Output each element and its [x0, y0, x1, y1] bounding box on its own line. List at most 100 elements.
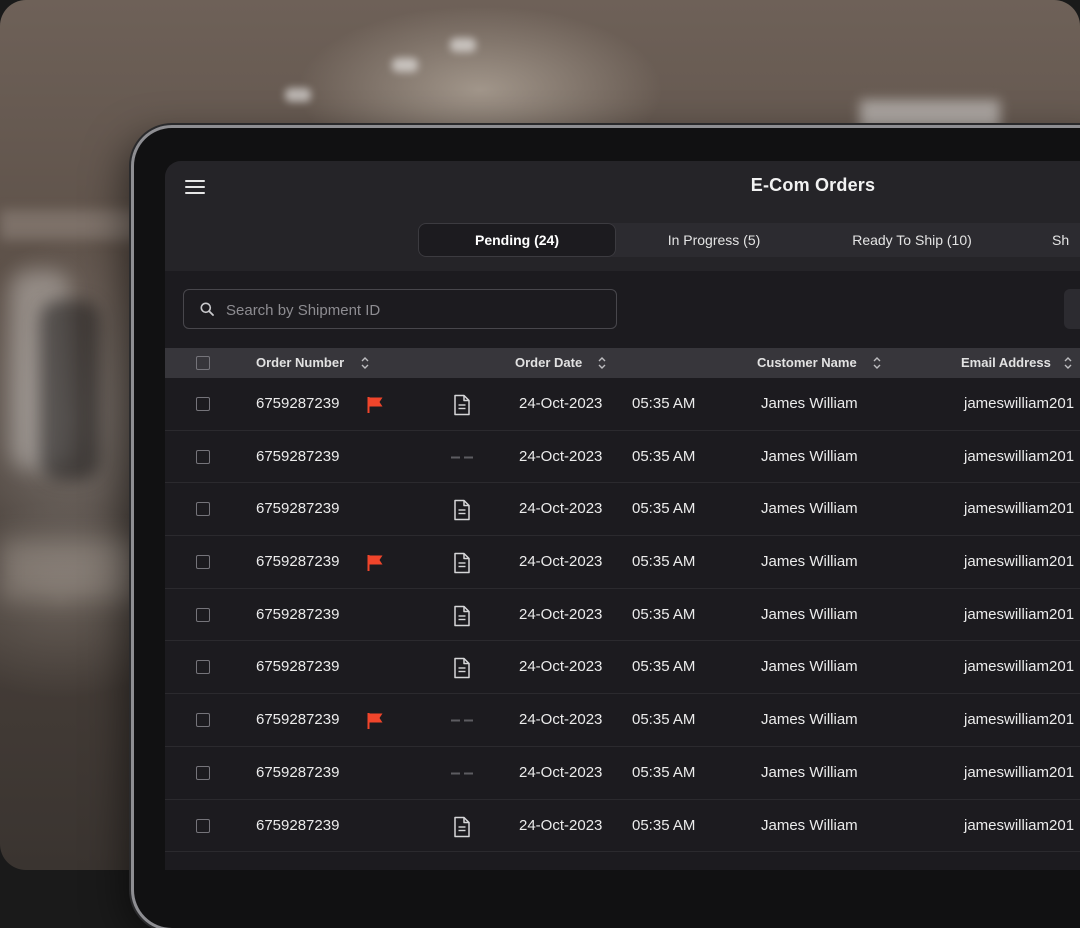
order-date: 24-Oct-2023 [519, 553, 603, 571]
document-icon[interactable] [452, 816, 472, 838]
tab-in-progress[interactable]: In Progress (5) [616, 223, 812, 257]
sort-icon[interactable] [360, 355, 370, 371]
table-row[interactable]: 6759287239 24-Oct-2023 05:35 AM James Wi… [165, 589, 1080, 642]
table-row[interactable]: 6759287239 24-Oct-2023 05:35 AM James Wi… [165, 747, 1080, 800]
order-date: 24-Oct-2023 [519, 763, 603, 781]
orders-table-body: 6759287239 24-Oct-2023 05:35 AM James Wi… [165, 378, 1080, 853]
order-date: 24-Oct-2023 [519, 711, 603, 729]
email-address: jameswilliam201 [964, 816, 1075, 834]
tab-shipped[interactable]: Sh [1052, 223, 1080, 257]
order-time: 05:35 AM [632, 816, 696, 834]
customer-name: James William [761, 395, 858, 412]
email-address: jameswilliam201 [964, 658, 1075, 676]
column-header-customer-name: Customer Name [757, 355, 857, 370]
column-header-order-date: Order Date [515, 355, 583, 370]
order-number: 6759287239 [256, 763, 340, 781]
document-icon[interactable] [452, 605, 472, 627]
order-time: 05:35 AM [632, 605, 696, 623]
table-row[interactable]: 6759287239 24-Oct-2023 05:35 AM James Wi… [165, 800, 1080, 853]
app-screen: E-Com Orders Pending (24) In Progress (5… [165, 161, 1080, 870]
table-row[interactable]: 6759287239 24-Oct-2023 05:35 AM James Wi… [165, 431, 1080, 484]
background-light [392, 58, 418, 72]
order-number: 6759287239 [256, 711, 340, 729]
customer-name: James William [761, 763, 858, 781]
document-icon[interactable] [452, 657, 472, 679]
row-checkbox[interactable] [196, 713, 210, 728]
tab-pending[interactable]: Pending (24) [418, 223, 616, 257]
customer-name: James William [761, 658, 858, 676]
row-checkbox[interactable] [196, 607, 210, 622]
order-time: 05:35 AM [632, 447, 696, 465]
select-all-checkbox[interactable] [196, 356, 210, 370]
sort-icon[interactable] [597, 355, 607, 371]
document-icon[interactable] [452, 394, 472, 416]
order-date: 24-Oct-2023 [519, 605, 603, 623]
row-checkbox[interactable] [196, 397, 210, 411]
table-row[interactable]: 6759287239 24-Oct-2023 05:35 AM James Wi… [165, 378, 1080, 431]
row-checkbox[interactable] [196, 660, 210, 675]
customer-name: James William [761, 447, 858, 465]
background-window [860, 100, 1000, 130]
table-header: Order Number Order Date Customer Name Em… [165, 348, 1080, 378]
customer-name: James William [761, 500, 858, 518]
email-address: jameswilliam201 [964, 500, 1075, 518]
row-checkbox[interactable] [196, 818, 210, 833]
sort-icon[interactable] [872, 355, 882, 371]
email-address: jameswilliam201 [964, 395, 1075, 412]
filter-button[interactable] [1064, 289, 1080, 329]
search-box [183, 289, 617, 330]
order-number: 6759287239 [256, 395, 340, 412]
page-title: E-Com Orders [750, 175, 876, 195]
order-time: 05:35 AM [632, 711, 696, 729]
order-number: 6759287239 [256, 605, 340, 623]
flag-icon [367, 713, 383, 730]
row-checkbox[interactable] [196, 765, 210, 780]
order-number: 6759287239 [256, 500, 340, 518]
background-light [285, 88, 311, 102]
order-time: 05:35 AM [632, 500, 696, 518]
menu-icon[interactable] [185, 178, 207, 196]
app-header: E-Com Orders Pending (24) In Progress (5… [165, 161, 1080, 271]
row-checkbox[interactable] [196, 555, 210, 570]
table-row[interactable]: 6759287239 24-Oct-2023 05:35 AM James Wi… [165, 536, 1080, 589]
order-date: 24-Oct-2023 [519, 447, 603, 465]
table-row[interactable]: 6759287239 24-Oct-2023 05:35 AM James Wi… [165, 483, 1080, 537]
row-checkbox[interactable] [196, 502, 210, 517]
status-tabs: Pending (24) In Progress (5) Ready To Sh… [418, 223, 1080, 257]
column-header-order-number: Order Number [256, 355, 345, 370]
dash-icon [451, 456, 473, 459]
order-time: 05:35 AM [632, 763, 696, 781]
flag-icon [367, 555, 383, 572]
document-icon[interactable] [452, 552, 472, 574]
order-time: 05:35 AM [632, 395, 696, 412]
order-date: 24-Oct-2023 [519, 816, 603, 834]
order-date: 24-Oct-2023 [519, 658, 603, 676]
flag-icon [367, 397, 383, 413]
email-address: jameswilliam201 [964, 711, 1075, 729]
order-number: 6759287239 [256, 816, 340, 834]
sort-icon[interactable] [1063, 355, 1073, 371]
customer-name: James William [761, 816, 858, 834]
tab-ready-to-ship[interactable]: Ready To Ship (10) [812, 223, 1012, 257]
background-garment [40, 300, 100, 480]
table-row[interactable]: 6759287239 24-Oct-2023 05:35 AM James Wi… [165, 641, 1080, 695]
dash-icon [451, 772, 473, 775]
search-input[interactable] [224, 290, 608, 330]
order-date: 24-Oct-2023 [519, 395, 603, 412]
search-icon [200, 302, 214, 316]
order-number: 6759287239 [256, 553, 340, 571]
background-light [450, 38, 476, 52]
column-header-email-address: Email Address [961, 355, 1051, 370]
dash-icon [451, 719, 473, 722]
row-checkbox[interactable] [196, 449, 210, 464]
customer-name: James William [761, 553, 858, 571]
customer-name: James William [761, 605, 858, 623]
order-date: 24-Oct-2023 [519, 500, 603, 518]
document-icon[interactable] [452, 499, 472, 521]
email-address: jameswilliam201 [964, 553, 1075, 571]
table-row[interactable]: 6759287239 24-Oct-2023 05:35 AM James Wi… [165, 694, 1080, 747]
order-time: 05:35 AM [632, 553, 696, 571]
order-number: 6759287239 [256, 658, 340, 676]
background-counter [0, 540, 140, 600]
customer-name: James William [761, 711, 858, 729]
